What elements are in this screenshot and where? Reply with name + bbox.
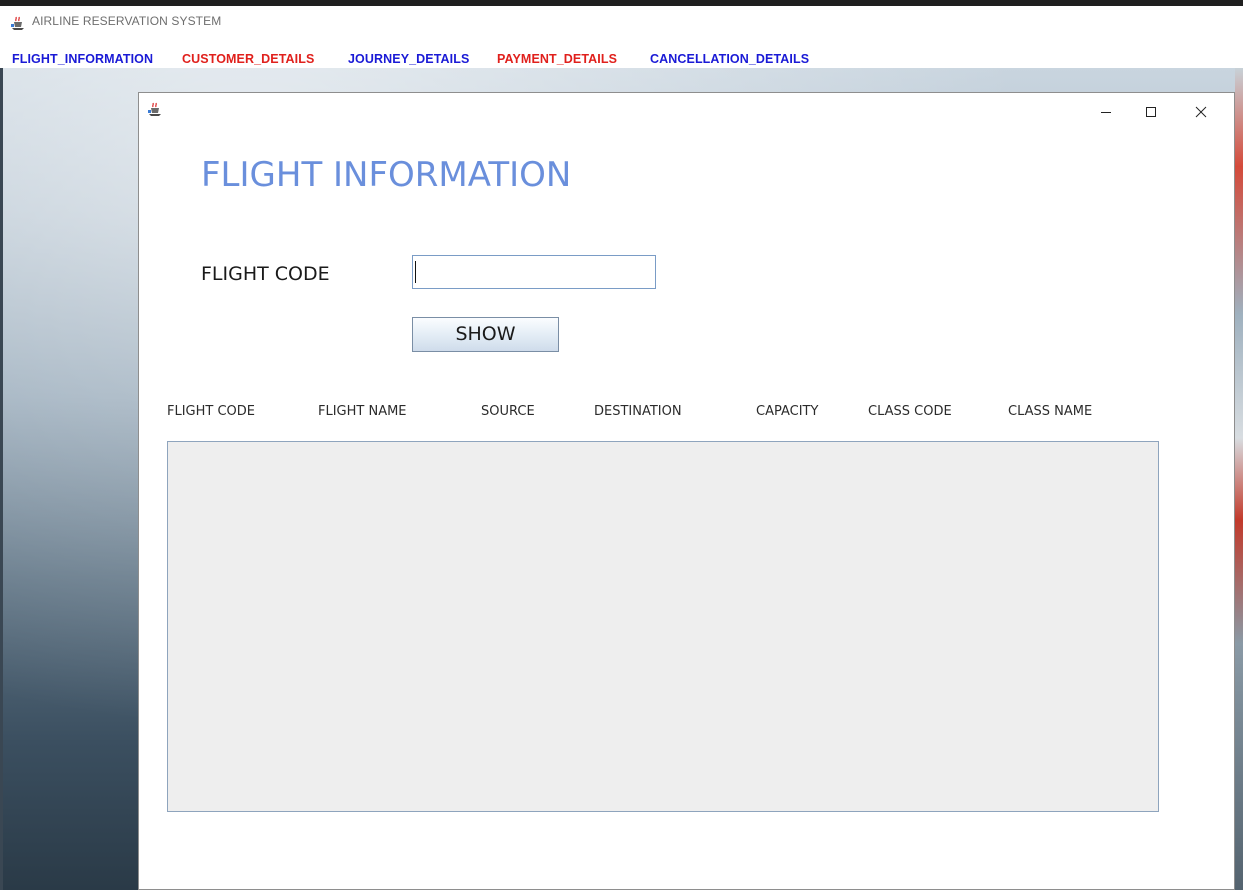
java-cup-icon bbox=[10, 15, 26, 31]
menu-item-flight-information[interactable]: FLIGHT_INFORMATION bbox=[12, 52, 153, 66]
menu-item-customer-details[interactable]: CUSTOMER_DETAILS bbox=[182, 52, 314, 66]
menu-item-payment-details[interactable]: PAYMENT_DETAILS bbox=[497, 52, 617, 66]
flight-information-window: FLIGHT INFORMATION FLIGHT CODE SHOW FLIG… bbox=[138, 92, 1235, 890]
java-cup-icon bbox=[148, 102, 161, 116]
close-icon bbox=[1195, 106, 1207, 118]
desktop-right-edge bbox=[1235, 68, 1243, 890]
app-title: AIRLINE RESERVATION SYSTEM bbox=[32, 14, 222, 28]
minimize-icon bbox=[1101, 112, 1111, 113]
column-header-source: SOURCE bbox=[481, 404, 535, 419]
minimize-button[interactable] bbox=[1084, 97, 1128, 127]
menu-bar: FLIGHT_INFORMATION CUSTOMER_DETAILS JOUR… bbox=[0, 38, 1243, 68]
show-button[interactable]: SHOW bbox=[412, 317, 559, 352]
column-header-capacity: CAPACITY bbox=[756, 404, 819, 419]
menu-item-cancellation-details[interactable]: CANCELLATION_DETAILS bbox=[650, 52, 809, 66]
column-header-destination: DESTINATION bbox=[594, 404, 682, 419]
desktop-left-edge bbox=[0, 68, 3, 890]
app-titlebar: AIRLINE RESERVATION SYSTEM bbox=[0, 6, 1243, 38]
flight-code-input[interactable] bbox=[412, 255, 656, 289]
maximize-button[interactable] bbox=[1129, 97, 1173, 127]
column-header-flight-name: FLIGHT NAME bbox=[318, 404, 407, 419]
column-header-class-code: CLASS CODE bbox=[868, 404, 952, 419]
column-header-class-name: CLASS NAME bbox=[1008, 404, 1093, 419]
page-title: FLIGHT INFORMATION bbox=[201, 155, 572, 195]
results-table-area[interactable] bbox=[167, 441, 1159, 812]
menu-item-journey-details[interactable]: JOURNEY_DETAILS bbox=[348, 52, 469, 66]
flight-code-label: FLIGHT CODE bbox=[201, 263, 330, 285]
text-caret bbox=[415, 261, 416, 283]
maximize-icon bbox=[1146, 107, 1156, 117]
close-button[interactable] bbox=[1179, 97, 1223, 127]
column-header-flight-code: FLIGHT CODE bbox=[167, 404, 256, 419]
